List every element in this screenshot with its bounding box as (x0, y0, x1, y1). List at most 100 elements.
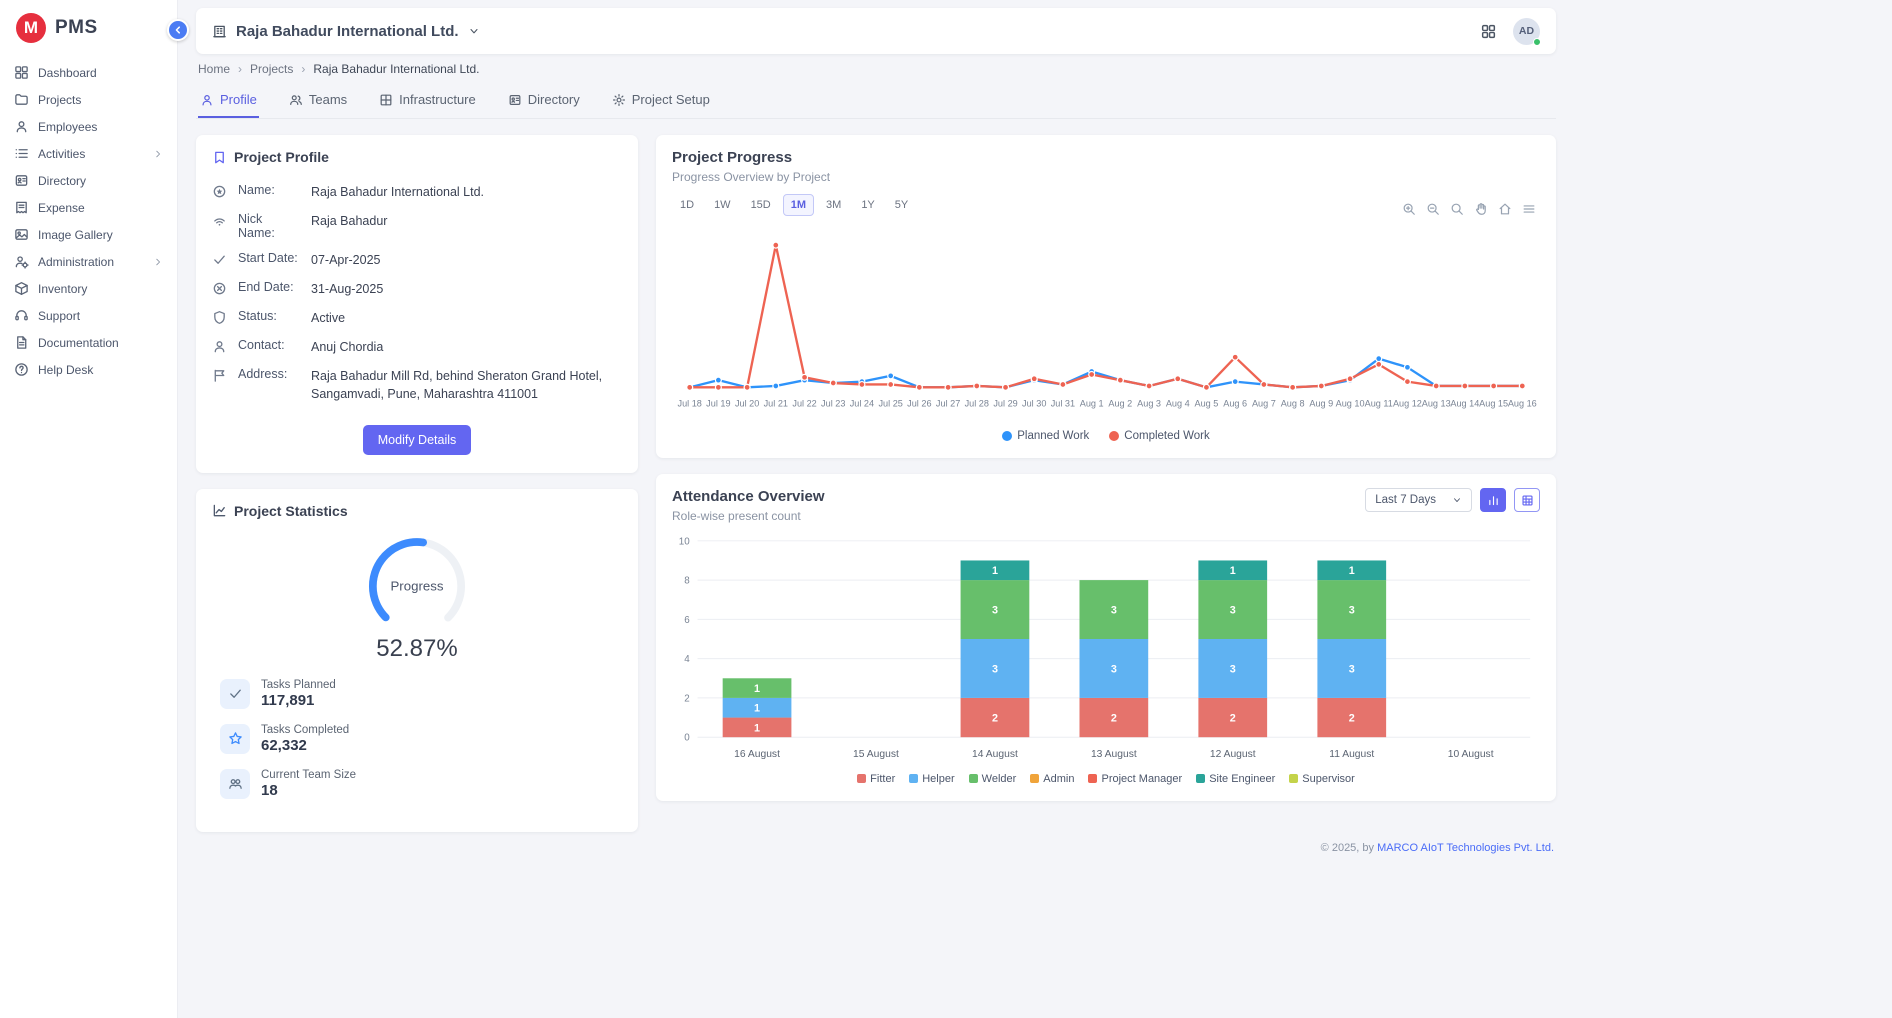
sidebar-item-administration[interactable]: Administration (0, 248, 177, 275)
chevron-right-icon (153, 149, 163, 159)
sidebar-item-help-desk[interactable]: Help Desk (0, 356, 177, 383)
legend-helper[interactable]: Helper (909, 773, 954, 785)
online-status-dot (1533, 38, 1541, 46)
apps-grid-button[interactable] (1480, 23, 1497, 40)
tab-project-setup[interactable]: Project Setup (610, 86, 712, 118)
sidebar-item-expense[interactable]: Expense (0, 194, 177, 221)
tab-profile[interactable]: Profile (198, 86, 259, 118)
sidebar-collapse-button[interactable] (167, 19, 189, 41)
bar-chart-legend: Fitter Helper Welder Admin Project Manager Si… (672, 773, 1540, 793)
progress-gauge-arc: Progress (356, 531, 478, 637)
legend-planned-work[interactable]: Planned Work (1002, 430, 1089, 442)
star-icon (228, 731, 243, 746)
breadcrumb-item-projects[interactable]: Projects (250, 62, 293, 76)
app-logo[interactable]: M PMS (0, 0, 177, 55)
directory-icon (508, 93, 522, 107)
image-gallery-icon (14, 227, 29, 242)
company-selector[interactable]: Raja Bahadur International Ltd. (212, 23, 480, 40)
modify-details-button[interactable]: Modify Details (363, 425, 472, 455)
range-1m-button[interactable]: 1M (783, 194, 814, 216)
project-progress-chart[interactable]: Jul 18Jul 19Jul 20Jul 21Jul 22Jul 23Jul … (672, 216, 1540, 428)
svg-text:Jul 29: Jul 29 (993, 398, 1017, 408)
content-grid: Project Profile Name:Raja Bahadur Intern… (196, 135, 1556, 832)
directory-icon (14, 173, 29, 188)
date-range-select[interactable]: Last 7 Days (1365, 488, 1472, 512)
footer: © 2025, by MARCO AIoT Technologies Pvt. … (196, 832, 1556, 862)
range-1d-button[interactable]: 1D (672, 194, 702, 216)
svg-text:1: 1 (992, 565, 998, 577)
svg-text:Aug 14: Aug 14 (1450, 398, 1479, 408)
svg-text:Jul 20: Jul 20 (735, 398, 759, 408)
field-value: 07-Apr-2025 (311, 251, 622, 269)
chart-view-button[interactable] (1480, 488, 1506, 512)
legend-fitter[interactable]: Fitter (857, 773, 895, 785)
legend-completed-work[interactable]: Completed Work (1109, 430, 1209, 442)
svg-text:Aug 6: Aug 6 (1223, 398, 1247, 408)
stat-icon-box (220, 724, 250, 754)
tab-label: Profile (220, 92, 257, 107)
dashboard-icon (14, 65, 29, 80)
svg-text:Jul 28: Jul 28 (965, 398, 989, 408)
svg-text:4: 4 (684, 654, 690, 665)
breadcrumb-item-home[interactable]: Home (198, 62, 230, 76)
legend-marker (1088, 774, 1097, 783)
field-value: Raja Bahadur International Ltd. (311, 183, 622, 201)
sidebar-item-directory[interactable]: Directory (0, 167, 177, 194)
sidebar-item-label: Employees (38, 120, 97, 134)
svg-text:Aug 5: Aug 5 (1195, 398, 1219, 408)
svg-text:2: 2 (1230, 713, 1236, 725)
range-1y-button[interactable]: 1Y (853, 194, 882, 216)
zoom-in-icon[interactable] (1402, 202, 1416, 216)
sidebar-item-projects[interactable]: Projects (0, 86, 177, 113)
table-view-button[interactable] (1514, 488, 1540, 512)
sidebar-item-dashboard[interactable]: Dashboard (0, 59, 177, 86)
sidebar-item-activities[interactable]: Activities (0, 140, 177, 167)
sidebar-item-employees[interactable]: Employees (0, 113, 177, 140)
stats-list: Tasks Planned117,891Tasks Completed62,33… (212, 679, 622, 799)
svg-text:Progress: Progress (390, 579, 443, 594)
legend-marker (1289, 774, 1298, 783)
svg-text:Aug 15: Aug 15 (1479, 398, 1508, 408)
range-5y-button[interactable]: 5Y (887, 194, 916, 216)
tab-infrastructure[interactable]: Infrastructure (377, 86, 478, 118)
tab-directory[interactable]: Directory (506, 86, 582, 118)
company-link[interactable]: MARCO AIoT Technologies Pvt. Ltd. (1377, 842, 1554, 854)
tab-teams[interactable]: Teams (287, 86, 349, 118)
chart-menu-icon[interactable] (1522, 202, 1536, 216)
legend-admin[interactable]: Admin (1030, 773, 1074, 785)
stat-icon-box (220, 769, 250, 799)
svg-text:10 August: 10 August (1448, 749, 1494, 760)
logo-text: PMS (55, 17, 98, 39)
range-15d-button[interactable]: 15D (743, 194, 779, 216)
svg-text:13 August: 13 August (1091, 749, 1137, 760)
legend-welder[interactable]: Welder (969, 773, 1017, 785)
chevron-down-icon (1452, 495, 1462, 505)
project-progress-title: Project Progress (672, 149, 1540, 166)
legend-supervisor[interactable]: Supervisor (1289, 773, 1355, 785)
legend-project-manager[interactable]: Project Manager (1088, 773, 1182, 785)
svg-text:8: 8 (684, 576, 690, 587)
pan-icon[interactable] (1474, 202, 1488, 216)
sidebar-item-support[interactable]: Support (0, 302, 177, 329)
range-1w-button[interactable]: 1W (706, 194, 739, 216)
svg-text:Jul 24: Jul 24 (850, 398, 874, 408)
breadcrumb: Home›Projects›Raja Bahadur International… (198, 62, 1554, 76)
user-avatar[interactable]: AD (1513, 18, 1540, 45)
legend-marker (909, 774, 918, 783)
range-3m-button[interactable]: 3M (818, 194, 849, 216)
reset-zoom-icon[interactable] (1498, 202, 1512, 216)
bookmark-icon (212, 150, 227, 165)
zoom-out-icon[interactable] (1426, 202, 1440, 216)
project-progress-card: Project Progress Progress Overview by Pr… (656, 135, 1556, 458)
sidebar-item-documentation[interactable]: Documentation (0, 329, 177, 356)
svg-text:Jul 21: Jul 21 (764, 398, 788, 408)
sidebar: M PMS DashboardProjects Employees Activiti… (0, 0, 178, 1018)
selection-zoom-icon[interactable] (1450, 202, 1464, 216)
sidebar-item-inventory[interactable]: Inventory (0, 275, 177, 302)
sidebar-item-image-gallery[interactable]: Image Gallery (0, 221, 177, 248)
legend-marker (1196, 774, 1205, 783)
profile-field-status: Status:Active (212, 303, 622, 332)
legend-site-engineer[interactable]: Site Engineer (1196, 773, 1275, 785)
svg-text:Jul 30: Jul 30 (1022, 398, 1046, 408)
attendance-chart[interactable]: 024681016 August11115 August14 August233… (672, 531, 1540, 773)
